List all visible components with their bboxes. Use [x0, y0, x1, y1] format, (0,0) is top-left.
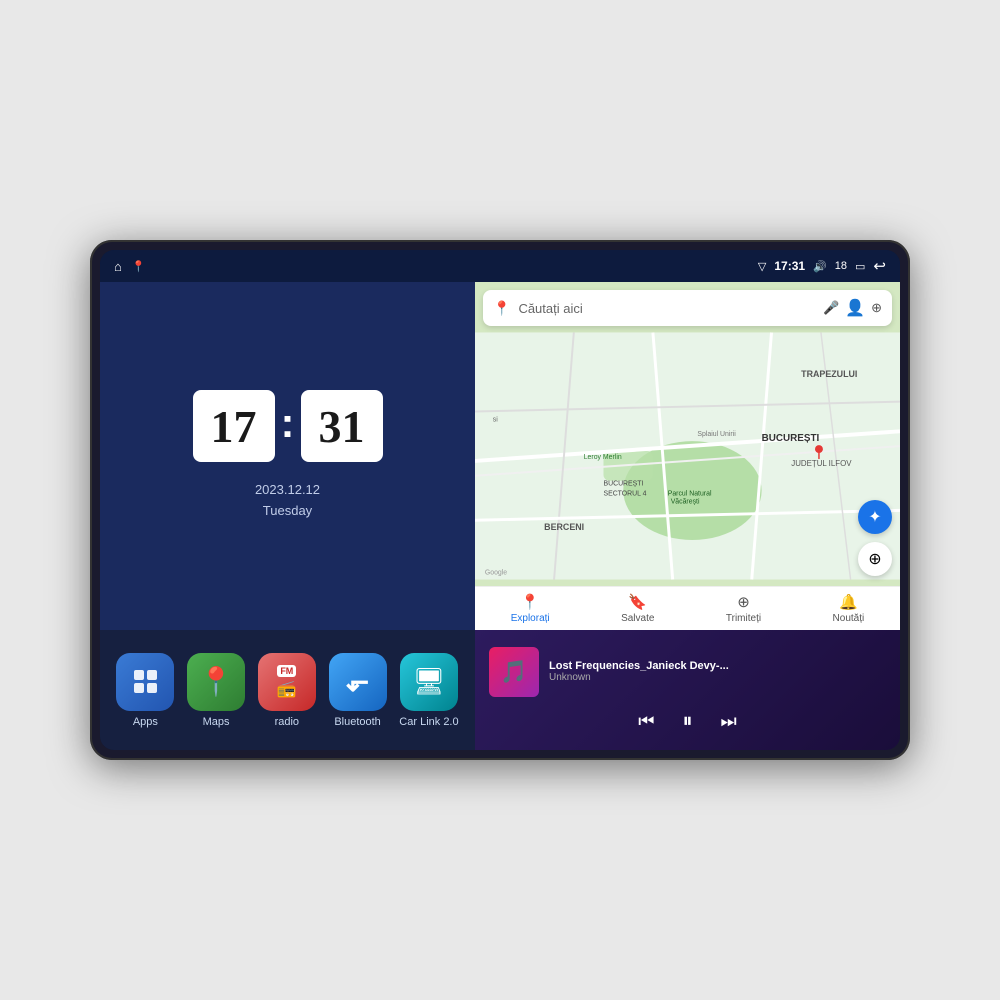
location-arrow-icon: ⊕	[868, 549, 881, 569]
compass-icon: ✦	[868, 507, 881, 527]
home-icon[interactable]: ⌂	[114, 259, 122, 274]
next-icon: ⏭	[721, 711, 737, 732]
signal-icon: ▽	[758, 260, 766, 273]
map-nav-explore[interactable]: 📍 Explorați	[511, 593, 550, 624]
app-icon-apps[interactable]: Apps	[116, 653, 174, 728]
map-nav-bar: 📍 Explorați 🔖 Salvate ⊕ Trimiteți 🔔	[475, 586, 900, 630]
map-location-button[interactable]: ⊕	[858, 542, 892, 576]
bluetooth-label: Bluetooth	[334, 716, 380, 728]
map-search-bar[interactable]: 📍 Căutați aici 🎤 👤 ⊕	[483, 290, 892, 326]
app-icon-maps[interactable]: 📍 Maps	[187, 653, 245, 728]
battery-icon: ▭	[855, 260, 865, 273]
map-pin-icon: 📍	[493, 300, 510, 317]
svg-text:Leroy Merlin: Leroy Merlin	[584, 454, 622, 461]
explore-icon: 📍	[521, 593, 540, 611]
music-text: Lost Frequencies_Janieck Devy-... Unknow…	[549, 660, 886, 683]
play-icon: ⏸	[683, 710, 693, 733]
music-thumb-art: 🎵	[489, 647, 539, 697]
radio-label: radio	[275, 716, 299, 728]
maps-status-icon[interactable]: 📍	[132, 260, 146, 273]
voice-search-icon[interactable]: 🎤	[823, 300, 839, 316]
map-search-placeholder: Căutați aici	[518, 301, 815, 316]
play-pause-button[interactable]: ⏸	[683, 710, 693, 733]
svg-text:Parcul Natural: Parcul Natural	[668, 491, 712, 498]
music-title: Lost Frequencies_Janieck Devy-...	[549, 660, 886, 672]
svg-text:Văcărești: Văcărești	[671, 498, 700, 505]
svg-text:SECTORUL 4: SECTORUL 4	[603, 491, 646, 498]
left-panel: 17 : 31 2023.12.12 Tuesday	[100, 282, 475, 750]
saved-icon: 🔖	[628, 593, 647, 611]
clock-date: 2023.12.12 Tuesday	[255, 480, 320, 522]
svg-text:Splaiul Unirii: Splaiul Unirii	[697, 431, 736, 438]
layers-icon[interactable]: ⊕	[871, 300, 882, 316]
map-background: TRAPEZULUI BUCUREȘTI JUDEȚUL ILFOV BERCE…	[475, 282, 900, 630]
music-player: 🎵 Lost Frequencies_Janieck Devy-... Unkn…	[475, 630, 900, 750]
battery-level: 18	[835, 260, 847, 272]
prev-icon: ⏮	[638, 711, 654, 732]
main-content: 17 : 31 2023.12.12 Tuesday	[100, 282, 900, 750]
device-screen: ⌂ 📍 ▽ 17:31 🔊 18 ▭ ↩ 17 :	[100, 250, 900, 750]
clock-hours: 17	[193, 390, 275, 462]
svg-text:JUDEȚUL ILFOV: JUDEȚUL ILFOV	[791, 459, 852, 468]
send-label: Trimiteți	[726, 613, 761, 624]
clock-widget: 17 : 31 2023.12.12 Tuesday	[100, 282, 475, 630]
news-icon: 🔔	[839, 593, 858, 611]
svg-text:si: si	[493, 416, 498, 423]
music-thumbnail: 🎵	[489, 647, 539, 697]
prev-button[interactable]: ⏮	[638, 711, 654, 732]
maps-icon: 📍	[187, 653, 245, 711]
svg-text:BUCUREȘTI: BUCUREȘTI	[762, 433, 820, 444]
svg-text:TRAPEZULUI: TRAPEZULUI	[801, 369, 857, 379]
status-right-icons: ▽ 17:31 🔊 18 ▭ ↩	[758, 257, 886, 275]
apps-icon	[116, 653, 174, 711]
music-info: 🎵 Lost Frequencies_Janieck Devy-... Unkn…	[489, 647, 886, 697]
news-label: Noutăți	[833, 613, 865, 624]
map-area[interactable]: TRAPEZULUI BUCUREȘTI JUDEȚUL ILFOV BERCE…	[475, 282, 900, 630]
app-icon-bluetooth[interactable]: ⬐ Bluetooth	[329, 653, 387, 728]
carlink-icon: 🖥	[400, 653, 458, 711]
app-icon-carlink[interactable]: 🖥 Car Link 2.0	[399, 653, 458, 728]
status-left-icons: ⌂ 📍	[114, 259, 146, 274]
volume-icon: 🔊	[813, 260, 827, 273]
device-frame: ⌂ 📍 ▽ 17:31 🔊 18 ▭ ↩ 17 :	[90, 240, 910, 760]
right-panel: TRAPEZULUI BUCUREȘTI JUDEȚUL ILFOV BERCE…	[475, 282, 900, 750]
maps-label: Maps	[203, 716, 230, 728]
send-icon: ⊕	[737, 593, 750, 611]
radio-icon: FM 📻	[258, 653, 316, 711]
map-nav-send[interactable]: ⊕ Trimiteți	[726, 593, 761, 624]
clock-display: 17 : 31	[193, 390, 383, 462]
saved-label: Salvate	[621, 613, 654, 624]
explore-label: Explorați	[511, 613, 550, 624]
map-nav-saved[interactable]: 🔖 Salvate	[621, 593, 654, 624]
clock-minutes: 31	[301, 390, 383, 462]
app-icon-radio[interactable]: FM 📻 radio	[258, 653, 316, 728]
svg-text:BUCUREȘTI: BUCUREȘTI	[603, 481, 643, 488]
svg-text:BERCENI: BERCENI	[544, 522, 584, 532]
next-button[interactable]: ⏭	[721, 711, 737, 732]
back-icon[interactable]: ↩	[873, 257, 886, 275]
bluetooth-icon: ⬐	[329, 653, 387, 711]
time-display: 17:31	[774, 259, 805, 273]
apps-label: Apps	[133, 716, 158, 728]
app-dock: Apps 📍 Maps FM 📻	[100, 630, 475, 750]
map-compass-button[interactable]: ✦	[858, 500, 892, 534]
music-controls: ⏮ ⏸ ⏭	[489, 710, 886, 733]
account-icon[interactable]: 👤	[845, 298, 865, 318]
map-search-actions: 🎤 👤 ⊕	[823, 298, 882, 318]
music-artist: Unknown	[549, 672, 886, 683]
map-nav-news[interactable]: 🔔 Noutăți	[833, 593, 865, 624]
svg-text:Google: Google	[485, 570, 507, 577]
status-bar: ⌂ 📍 ▽ 17:31 🔊 18 ▭ ↩	[100, 250, 900, 282]
clock-colon: :	[281, 399, 295, 447]
carlink-label: Car Link 2.0	[399, 716, 458, 728]
